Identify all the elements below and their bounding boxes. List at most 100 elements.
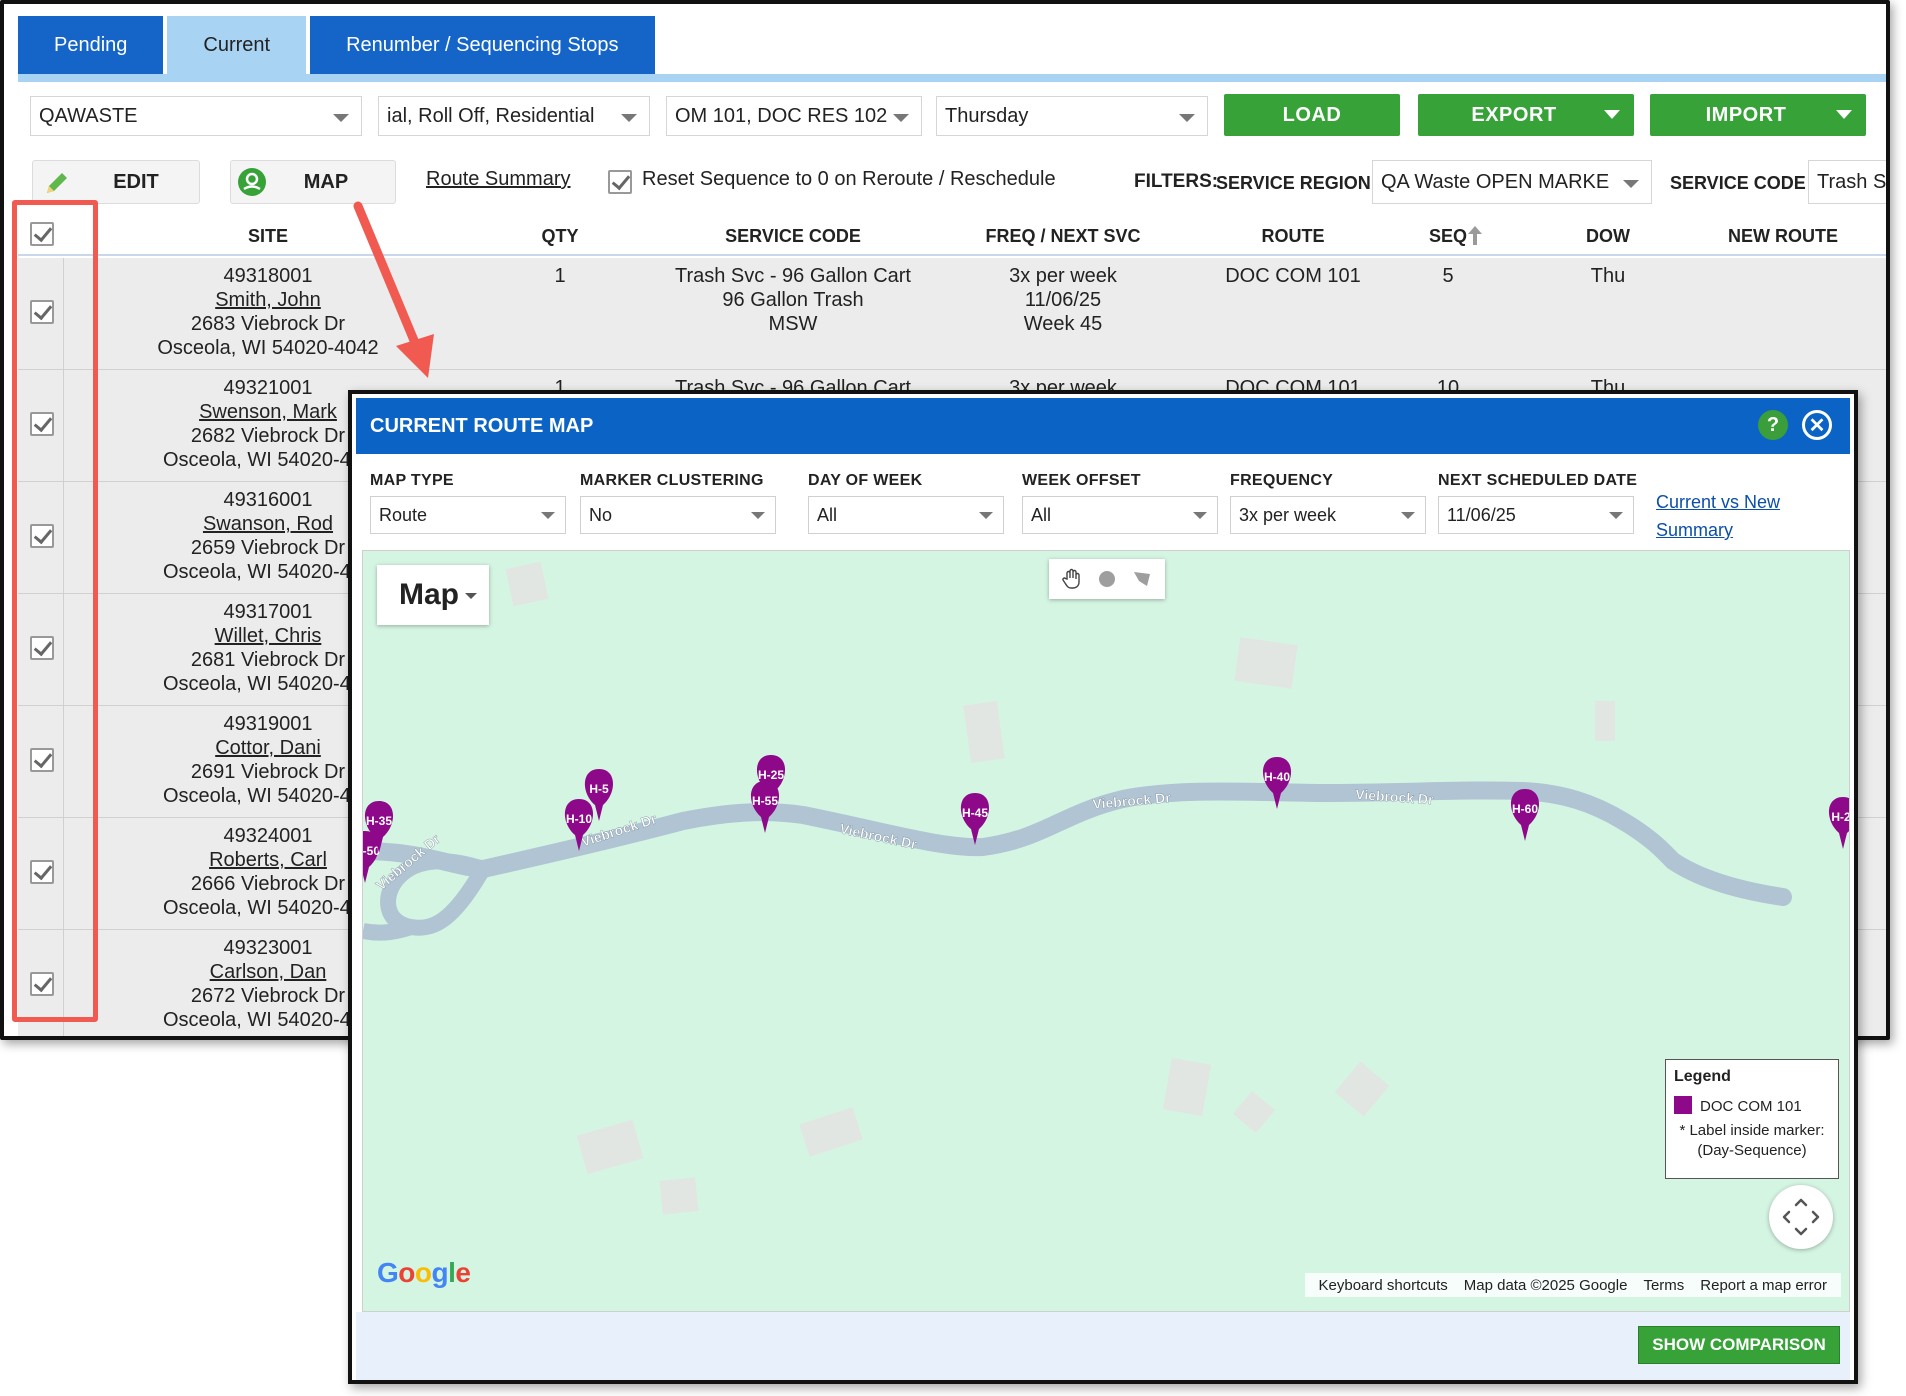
chevron-down-icon [1609, 512, 1623, 519]
day-select[interactable]: Thursday [936, 96, 1208, 136]
week: Week 45 [1023, 313, 1103, 335]
hand-pan-icon[interactable] [1059, 566, 1085, 592]
chevron-down-icon [751, 512, 765, 519]
col-freq-next-svc[interactable]: FREQ / NEXT SVC [958, 226, 1168, 247]
camera-control-button[interactable] [1769, 1185, 1833, 1249]
building-shape [1234, 637, 1298, 689]
map-attribution-bar: Keyboard shortcuts Map data ©2025 Google… [1304, 1273, 1841, 1297]
map-canvas[interactable]: Viebrock Dr Viebrock Dr Viebrock Dr Vieb… [363, 551, 1850, 1312]
building-shape [1232, 1090, 1276, 1134]
chevron-down-icon [465, 593, 477, 599]
frequency-value: 3x per week [1239, 504, 1337, 525]
current-vs-new-summary-link[interactable]: Current vs New Summary [1656, 488, 1780, 544]
next-scheduled-date-value: 11/06/25 [1447, 504, 1516, 525]
marker-clustering-value: No [589, 504, 613, 525]
map-type-toggle-button[interactable]: Map [377, 565, 489, 625]
col-new-route[interactable]: NEW ROUTE [1698, 226, 1868, 247]
marker-label: H-40 [1264, 770, 1290, 784]
edit-button[interactable]: EDIT [32, 160, 200, 204]
col-service-code[interactable]: SERVICE CODE [658, 226, 928, 247]
day-of-week-label: DAY OF WEEK [808, 472, 923, 489]
draw-circle-icon[interactable] [1094, 566, 1120, 592]
chevron-down-icon [1623, 180, 1639, 188]
keyboard-shortcuts-link[interactable]: Keyboard shortcuts [1311, 1277, 1456, 1294]
checkbox-highlight-box [12, 200, 98, 1022]
legend-route-label: DOC COM 101 [1700, 1098, 1802, 1115]
legend-note-line-1: * Label inside marker: [1679, 1122, 1825, 1139]
link-line-2: Summary [1656, 520, 1734, 540]
col-qty[interactable]: QTY [520, 226, 600, 247]
dialog-header: CURRENT ROUTE MAP ? ✕ [356, 398, 1850, 454]
marker-clustering-label: MARKER CLUSTERING [580, 472, 764, 489]
close-icon[interactable]: ✕ [1802, 410, 1832, 440]
help-icon[interactable]: ? [1758, 410, 1788, 440]
route-marker[interactable]: H-60 [1510, 789, 1540, 841]
marker-label: H-45 [962, 806, 988, 820]
map-data-credit: Map data ©2025 Google [1463, 1276, 1628, 1294]
col-dow[interactable]: DOW [1558, 226, 1658, 247]
category-select[interactable]: ial, Roll Off, Residential [378, 96, 650, 136]
tab-current[interactable]: Current [167, 16, 307, 74]
map-button[interactable]: MAP [230, 160, 396, 204]
week-offset-select[interactable]: All [1022, 496, 1218, 534]
building-shape [1162, 1057, 1212, 1117]
route-cell: DOC COM 101 [1225, 265, 1361, 287]
route-summary-link[interactable]: Route Summary [426, 168, 571, 191]
frequency-select[interactable]: 3x per week [1230, 496, 1426, 534]
building-shape [963, 700, 1005, 764]
import-label: IMPORT [1705, 103, 1787, 126]
map-type-value: Route [379, 504, 428, 525]
draw-polygon-icon[interactable] [1129, 566, 1155, 592]
chevron-down-icon [621, 114, 637, 122]
map-type-select[interactable]: Route [370, 496, 566, 534]
col-route[interactable]: ROUTE [1218, 226, 1368, 247]
company-select[interactable]: QAWASTE [30, 96, 362, 136]
building-shape [1334, 1061, 1390, 1117]
map-type-toggle-label: Map [399, 578, 459, 611]
day-of-week-select[interactable]: All [808, 496, 1004, 534]
table-header: SITE QTY SERVICE CODE FREQ / NEXT SVC RO… [18, 216, 1886, 256]
reset-sequence-checkbox[interactable] [608, 170, 632, 194]
building-shape [799, 1107, 863, 1157]
company-value: QAWASTE [39, 104, 138, 127]
map-drawing-tools [1049, 559, 1165, 599]
route-marker[interactable]: H-55 [750, 781, 780, 833]
tab-renumber-sequencing[interactable]: Renumber / Sequencing Stops [310, 16, 655, 74]
chevron-down-icon [893, 114, 909, 122]
week-offset-value: All [1031, 504, 1052, 525]
service-code-line2: 96 Gallon Trash [722, 289, 864, 311]
sort-ascending-icon[interactable] [1466, 224, 1484, 246]
service-region-label: SERVICE REGION [1216, 173, 1371, 193]
service-region-value: QA Waste OPEN MARKE [1381, 170, 1610, 193]
next-scheduled-date-select[interactable]: 11/06/25 [1438, 496, 1634, 534]
tab-pending[interactable]: Pending [18, 16, 164, 74]
google-logo: Google [377, 1257, 471, 1288]
chevron-down-icon[interactable] [1604, 110, 1620, 119]
marker-label: H-2 [1831, 810, 1850, 824]
col-site[interactable]: SITE [218, 226, 318, 247]
tab-bar: Pending Current Renumber / Sequencing St… [18, 16, 655, 74]
table-row[interactable]: 49318001 Smith, John 2683 Viebrock Dr Os… [18, 258, 1886, 370]
dialog-title: CURRENT ROUTE MAP [370, 414, 594, 437]
chevron-down-icon[interactable] [1836, 110, 1852, 119]
route-map[interactable]: Viebrock Dr Viebrock Dr Viebrock Dr Vieb… [362, 550, 1850, 1312]
marker-clustering-select[interactable]: No [580, 496, 776, 534]
service-code-select[interactable]: Trash Svc [1808, 160, 1886, 204]
show-comparison-button[interactable]: SHOW COMPARISON [1638, 1326, 1840, 1364]
routes-select[interactable]: OM 101, DOC RES 102 [666, 96, 922, 136]
qty-cell: 1 [554, 265, 566, 287]
service-region-select[interactable]: QA Waste OPEN MARKE [1372, 160, 1652, 204]
route-marker[interactable]: H-2 [1829, 797, 1850, 849]
route-marker[interactable]: H-45 [960, 793, 990, 845]
chevron-down-icon [1179, 114, 1195, 122]
terms-link[interactable]: Terms [1635, 1277, 1692, 1294]
freq-cell: 3x per week 11/06/25 Week 45 [958, 264, 1168, 336]
export-button[interactable]: EXPORT [1418, 94, 1634, 136]
legend-item: DOC COM 101 [1674, 1096, 1830, 1115]
import-button[interactable]: IMPORT [1650, 94, 1866, 136]
frequency-label: FREQUENCY [1230, 472, 1334, 489]
marker-label: H-25 [758, 768, 784, 782]
report-map-error-link[interactable]: Report a map error [1692, 1277, 1835, 1294]
load-button[interactable]: LOAD [1224, 94, 1400, 136]
pencil-icon [47, 173, 67, 193]
